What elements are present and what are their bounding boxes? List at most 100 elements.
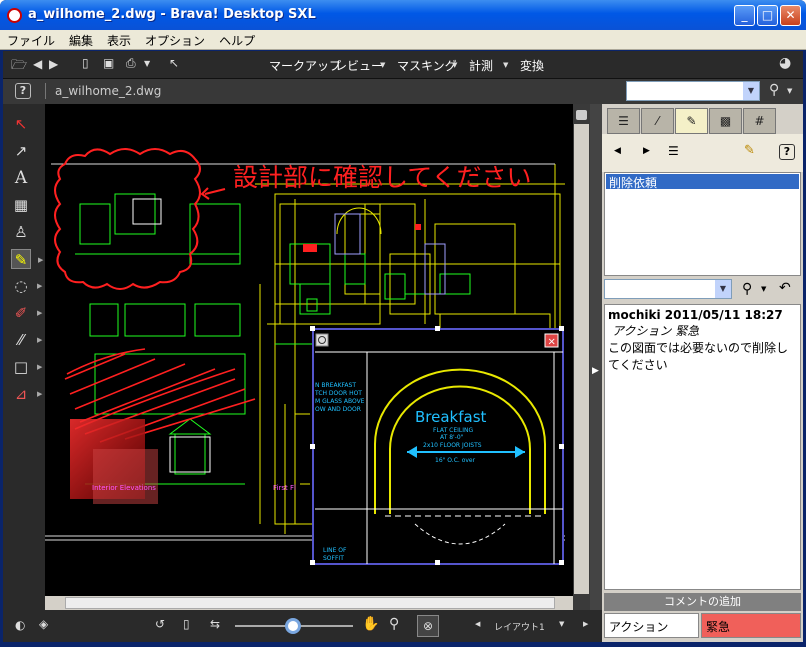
zoom-window-icon[interactable]: ⚲ <box>389 616 399 632</box>
comment-body: この図面では必要ないので削除してください <box>608 341 789 372</box>
panel-splitter[interactable]: ▶ <box>590 104 602 610</box>
stamp-tool-icon[interactable]: ♙ <box>11 222 31 242</box>
open-folder-icon[interactable]: 🗁 <box>11 56 27 78</box>
markup-panel: ☰ ⁄ ✎ ▩ # ◀ ▶ ☰ ✎ ? 削除依頼 ▼ ⚲ ▼ ↶ mochiki… <box>602 104 803 642</box>
layout-prev-icon[interactable]: ◀ <box>475 620 480 628</box>
comment-filter-dropdown-icon[interactable]: ▼ <box>715 280 731 298</box>
new-document-icon[interactable]: ▯ <box>82 56 89 70</box>
add-comment-button[interactable]: コメントの追加 <box>604 593 801 611</box>
collapse-panel-icon[interactable]: ▶ <box>592 366 599 376</box>
annotation-text: 設計部に確認してください <box>233 163 532 192</box>
menu-review[interactable]: レビュー <box>335 57 383 74</box>
print-dropdown-icon[interactable]: ▼ <box>144 59 150 68</box>
menu-measure[interactable]: 計測 <box>469 57 493 74</box>
vertical-scroll-thumb[interactable] <box>574 124 589 594</box>
markup-list-item[interactable]: 削除依頼 <box>606 174 799 190</box>
horizontal-scroll-thumb[interactable] <box>65 597 555 609</box>
search-options-icon[interactable]: ▼ <box>787 87 792 95</box>
brava-logo-icon: ◕ <box>779 55 792 71</box>
measure-tool-icon[interactable]: ⊿ ▶ <box>11 384 43 404</box>
left-note-4: OW AND DOOR <box>315 406 361 413</box>
search-icon[interactable]: ⚲ <box>769 82 779 98</box>
contrast-icon[interactable]: ◐ <box>15 618 25 632</box>
horizontal-scrollbar[interactable] <box>45 596 573 610</box>
back-arrow-icon[interactable]: ◀ <box>33 57 42 71</box>
comment-search-options-icon[interactable]: ▼ <box>761 285 766 293</box>
layout-next-icon[interactable]: ▶ <box>583 620 588 628</box>
undo-icon[interactable]: ↶ <box>779 280 791 296</box>
pen-tool-icon[interactable]: ✐ ▶ <box>11 303 43 323</box>
layers-icon[interactable]: ◈ <box>39 617 48 631</box>
comment-author: mochiki 2011/05/11 18:27 <box>608 308 783 322</box>
next-comment-icon[interactable]: ▶ <box>643 146 650 156</box>
status-toolbar: ◐ ◈ ↺ ▯ ⇆ ✋ ⚲ ⊗ ◀ レイアウト1 ▼ ▶ <box>3 610 602 642</box>
review-dropdown-icon[interactable]: ▼ <box>380 61 385 69</box>
masking-dropdown-icon[interactable]: ▼ <box>452 61 457 69</box>
save-icon[interactable]: ▣ <box>103 56 114 70</box>
pan-hand-icon[interactable]: ✋ <box>362 616 379 632</box>
fit-width-icon[interactable]: ⇆ <box>210 617 220 631</box>
menu-edit[interactable]: 編集 <box>62 30 100 51</box>
magnifier-icon[interactable]: ⊗ <box>417 615 439 637</box>
crosshatch-tool-icon[interactable]: ⁄⁄ ▶ <box>11 330 42 350</box>
pointer-icon[interactable]: ↖ <box>169 56 179 70</box>
separator <box>45 83 46 99</box>
zoom-slider-thumb[interactable] <box>285 618 301 634</box>
attach-markup-icon[interactable]: ✎ <box>744 143 755 158</box>
left-note-3: M GLASS ABOVE <box>315 398 365 405</box>
document-tab[interactable]: a_wilhome_2.dwg <box>55 84 161 98</box>
tab-properties[interactable]: # <box>743 108 776 134</box>
menu-file[interactable]: ファイル <box>0 30 62 51</box>
comment-filter-input[interactable]: ▼ <box>604 279 732 299</box>
menu-view[interactable]: 表示 <box>100 30 138 51</box>
menu-convert[interactable]: 変換 <box>520 57 544 74</box>
menu-options[interactable]: オプション <box>138 30 212 51</box>
arrow-tool-icon[interactable]: ↗ <box>11 141 31 161</box>
cloud-tool-icon[interactable]: ◌ ▶ <box>11 276 42 296</box>
fit-page-icon[interactable]: ▯ <box>183 617 190 631</box>
magnifier-settings-icon <box>315 333 329 347</box>
markup-tool-palette: ↖ ↗ A ▦ ♙ ✎ ▶ ◌ ▶ ✐ ▶ ⁄⁄ ▶ □ ▶ ⊿ ▶ <box>3 104 45 610</box>
vertical-scrollbar[interactable] <box>573 104 590 610</box>
maximize-button[interactable]: □ <box>757 5 778 26</box>
tab-thumbnails[interactable]: ▩ <box>709 108 742 134</box>
image-tool-icon[interactable]: ▦ <box>11 195 31 215</box>
tag-action[interactable]: アクション <box>604 613 699 638</box>
prev-comment-icon[interactable]: ◀ <box>614 146 621 156</box>
rotate-icon[interactable]: ↺ <box>155 617 165 631</box>
measure-dropdown-icon[interactable]: ▼ <box>503 61 508 69</box>
title-bar[interactable]: a_wilhome_2.dwg - Brava! Desktop SXL _ □… <box>0 0 806 30</box>
close-button[interactable]: ✕ <box>780 5 801 26</box>
forward-arrow-icon[interactable]: ▶ <box>49 57 58 71</box>
layout-dropdown-icon[interactable]: ▼ <box>559 620 564 628</box>
print-icon[interactable]: ⎙ <box>126 56 136 71</box>
tab-markup-list[interactable]: ⁄ <box>641 108 674 134</box>
comment-toolbar: ◀ ▶ ☰ ✎ ? <box>602 134 803 172</box>
comment-search-icon[interactable]: ⚲ <box>742 281 752 297</box>
help-icon[interactable]: ? <box>15 83 31 99</box>
select-markup-icon[interactable]: ↖ <box>11 114 31 134</box>
tab-layers[interactable]: ☰ <box>607 108 640 134</box>
search-dropdown-icon[interactable]: ▼ <box>743 82 759 100</box>
highlighter-tool-icon[interactable]: ✎ ▶ <box>11 249 43 269</box>
minimize-button[interactable]: _ <box>734 5 755 26</box>
rectangle-tool-icon[interactable]: □ ▶ <box>11 357 42 377</box>
search-input[interactable]: ▼ <box>626 81 760 101</box>
menu-help[interactable]: ヘルプ <box>212 30 262 51</box>
drawing-canvas[interactable]: 設計部に確認してください Interior Elevations First F… <box>45 104 573 596</box>
text-tool-icon[interactable]: A <box>11 168 31 188</box>
tag-urgent[interactable]: 緊急 <box>701 613 801 638</box>
list-view-icon[interactable]: ☰ <box>668 144 679 158</box>
tab-comments[interactable]: ✎ <box>675 108 708 134</box>
menu-bar: ファイル 編集 表示 オプション ヘルプ <box>0 30 806 50</box>
comment-view: mochiki 2011/05/11 18:27 アクション 緊急 この図面では… <box>604 304 801 590</box>
scroll-up-button[interactable] <box>576 110 587 120</box>
menu-masking[interactable]: マスキング <box>397 57 457 74</box>
panel-help-icon[interactable]: ? <box>779 144 795 160</box>
app-icon[interactable] <box>7 8 22 23</box>
layout-selector[interactable]: レイアウト1 <box>494 620 545 633</box>
red-rectangle-shadow-markup <box>93 449 158 504</box>
menu-markup[interactable]: マークアップ <box>269 57 341 74</box>
magnifier-close-glyph: × <box>548 337 556 348</box>
left-note-1: N BREAKFAST <box>315 382 356 389</box>
